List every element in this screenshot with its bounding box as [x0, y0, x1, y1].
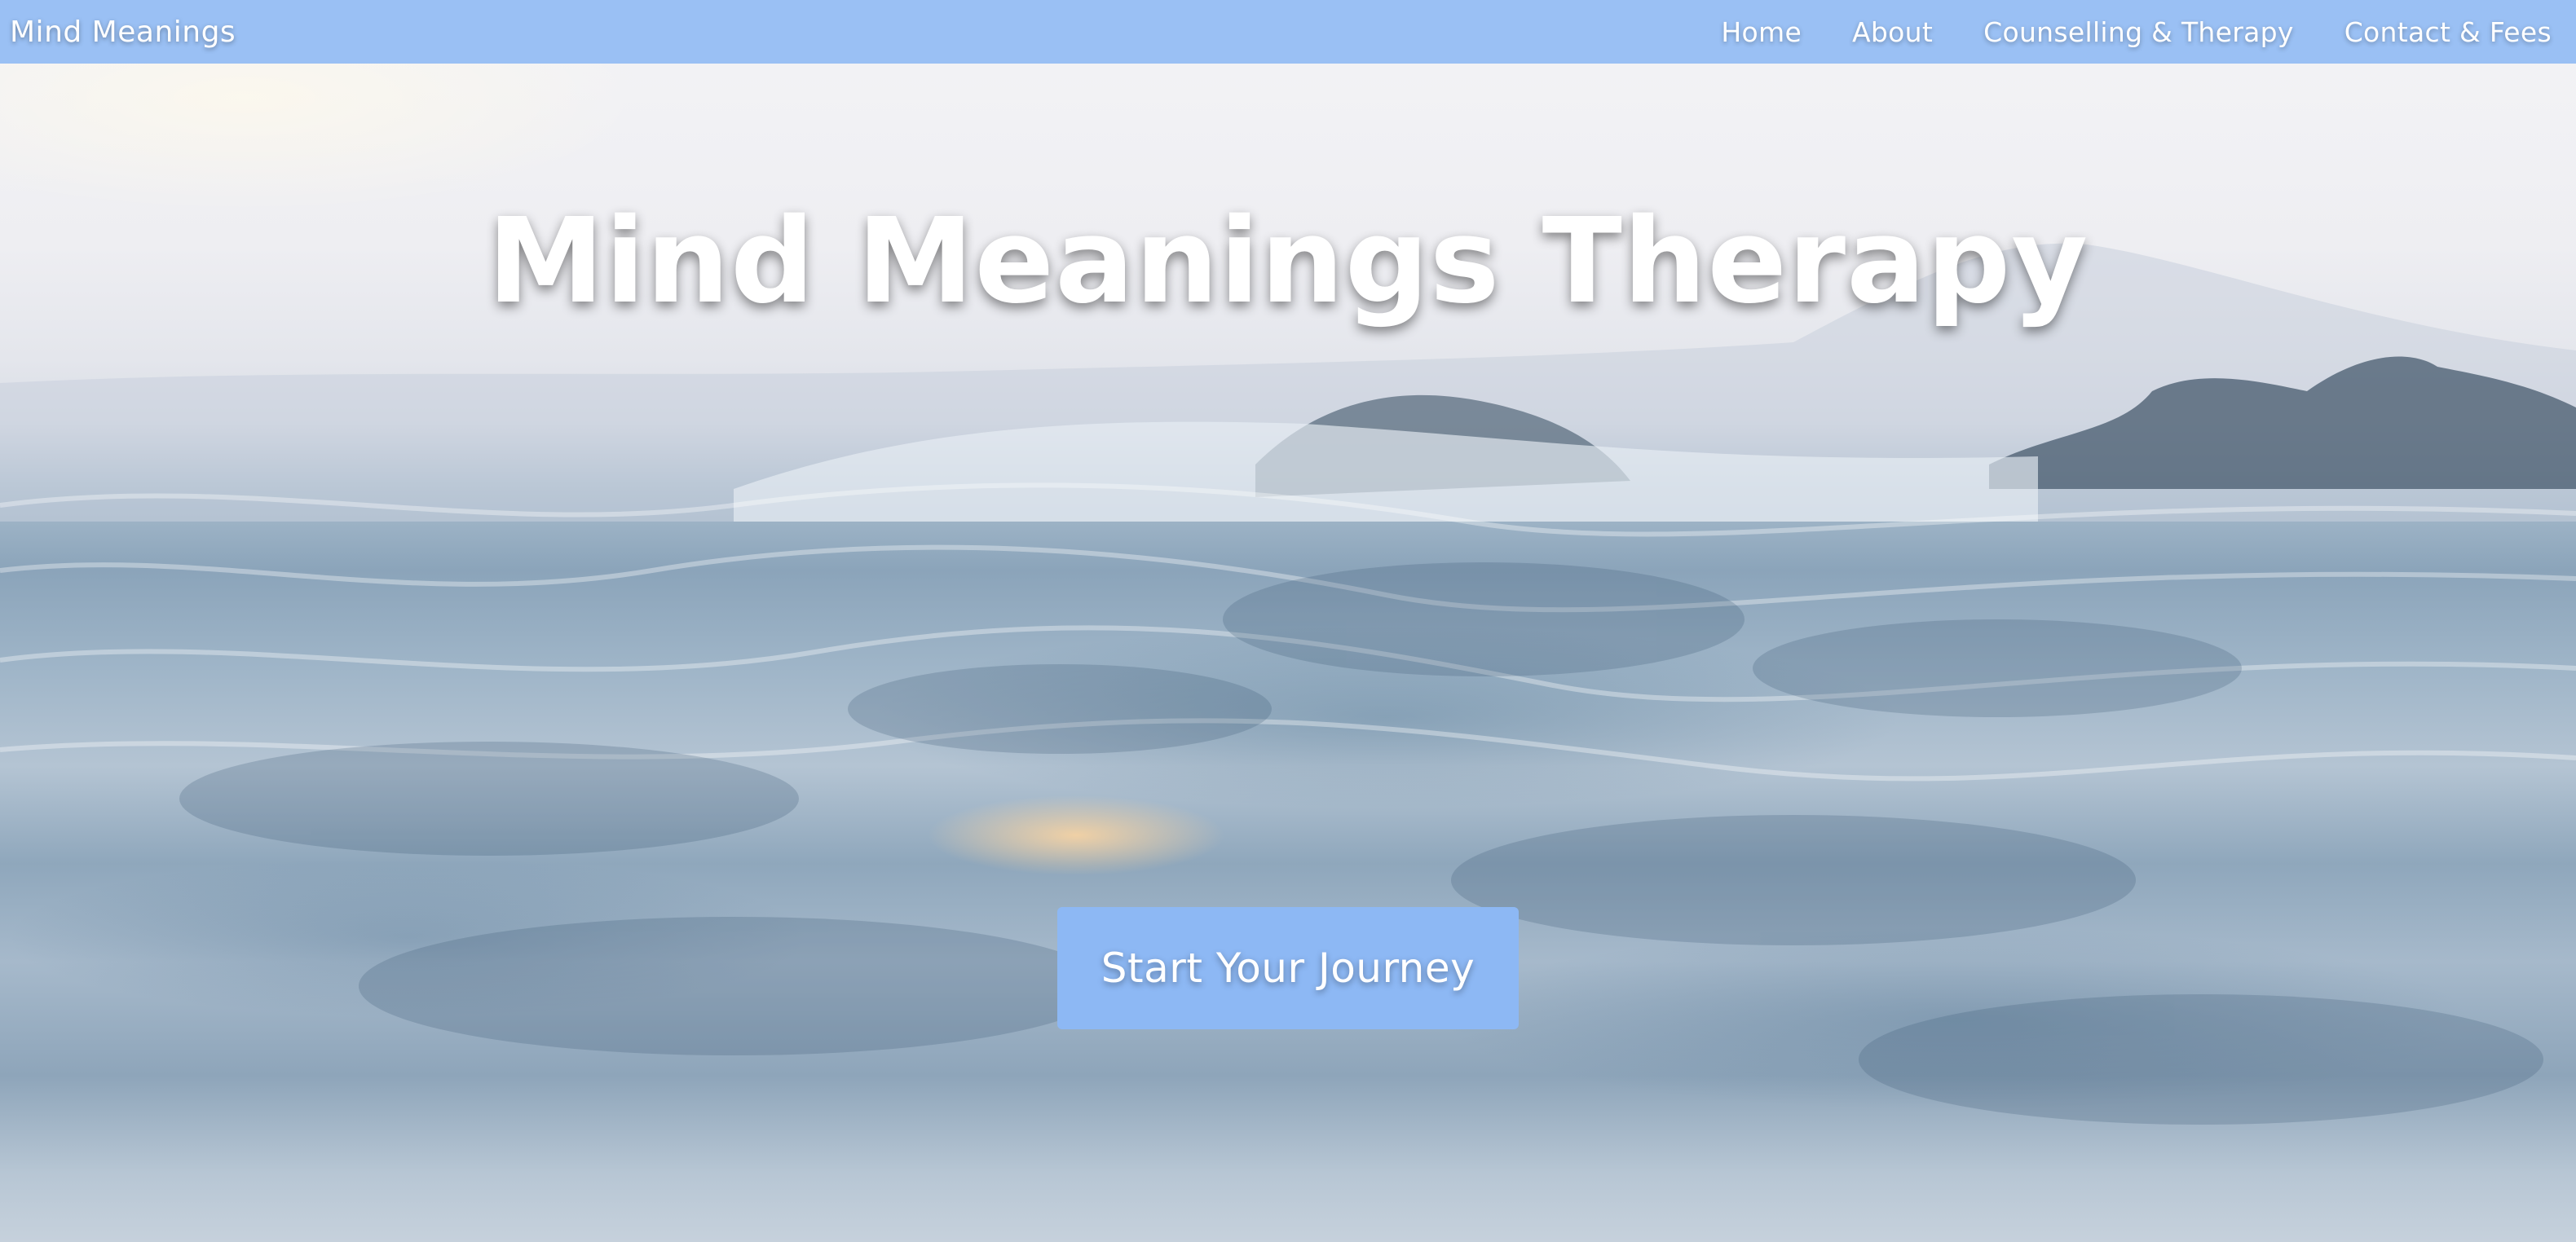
page: Mind Meanings Home About Counselling & T… [0, 0, 2576, 1242]
start-journey-button[interactable]: Start Your Journey [1057, 907, 1519, 1029]
ocean-waves [0, 482, 2576, 1125]
nav-link-home[interactable]: Home [1721, 16, 1802, 48]
nav-link-counselling-therapy[interactable]: Counselling & Therapy [1983, 16, 2294, 48]
brand-link[interactable]: Mind Meanings [10, 15, 236, 49]
hero-title: Mind Meanings Therapy [487, 192, 2089, 329]
nav-link-contact-fees[interactable]: Contact & Fees [2344, 16, 2552, 48]
nav-links: Home About Counselling & Therapy Contact… [1721, 16, 2552, 48]
hero-background-image [0, 0, 2576, 1242]
top-navbar: Mind Meanings Home About Counselling & T… [0, 0, 2576, 64]
nav-link-about[interactable]: About [1852, 16, 1933, 48]
